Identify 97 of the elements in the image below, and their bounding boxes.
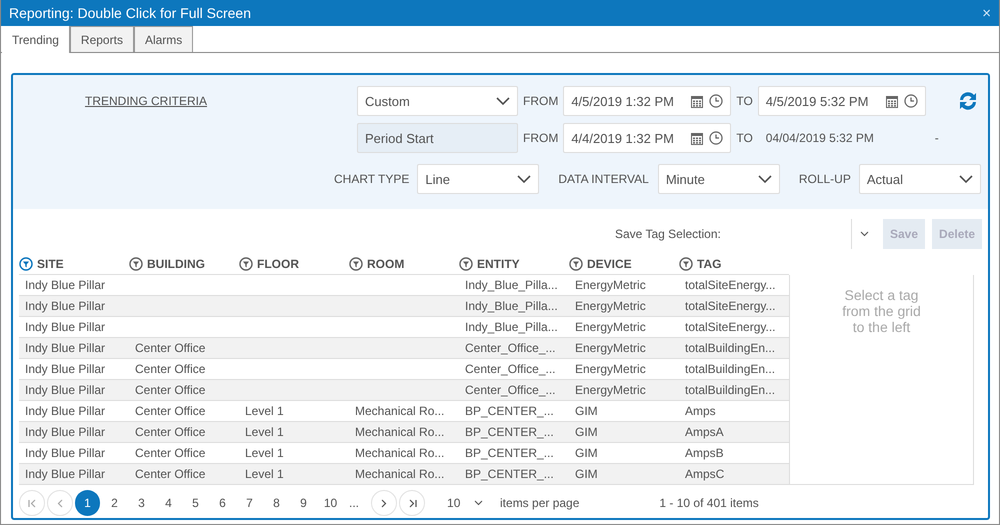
chevron-down-icon bbox=[758, 175, 772, 183]
last-page-button[interactable] bbox=[399, 490, 426, 516]
dropdown[interactable]: Actual bbox=[858, 164, 981, 194]
table-cell: BP_CENTER_... bbox=[459, 464, 569, 485]
page-button[interactable]: 7 bbox=[237, 490, 262, 516]
table-cell: Center_Office_... bbox=[459, 380, 569, 401]
last-page-icon bbox=[408, 498, 417, 508]
page-size-dropdown[interactable]: 10 bbox=[447, 496, 492, 510]
chevron-right-icon bbox=[381, 498, 388, 508]
date-field[interactable]: 4/5/2019 1:32 PM bbox=[563, 86, 732, 116]
page-size-label: items per page bbox=[500, 496, 580, 510]
table-cell: Center_Office_... bbox=[459, 338, 569, 359]
chevron-down-icon bbox=[474, 500, 484, 506]
date-field[interactable]: 4/5/2019 5:32 PM bbox=[758, 86, 926, 116]
tab[interactable]: Alarms bbox=[134, 26, 194, 52]
column-header[interactable]: SITE bbox=[37, 257, 64, 271]
calendar-icon[interactable] bbox=[691, 132, 704, 144]
table-cell: Indy_Blue_Pilla... bbox=[459, 296, 569, 317]
table-cell: EnergyMetric bbox=[569, 380, 679, 401]
filter-icon[interactable] bbox=[679, 257, 693, 271]
filter-icon[interactable] bbox=[569, 257, 583, 271]
column-header[interactable]: ENTITY bbox=[477, 257, 520, 271]
filter-icon[interactable] bbox=[129, 257, 143, 271]
items-summary: 1 - 10 of 401 items bbox=[659, 496, 759, 510]
column-header[interactable]: TAG bbox=[697, 257, 722, 271]
end-date-text: 04/04/2019 5:32 PM bbox=[764, 131, 875, 145]
clock-icon[interactable] bbox=[904, 94, 918, 108]
table-cell: Mechanical Ro... bbox=[349, 422, 459, 443]
filter-icon[interactable] bbox=[349, 257, 363, 271]
page-button[interactable]: 5 bbox=[183, 490, 208, 516]
table-cell: Center Office bbox=[129, 338, 239, 359]
page-button[interactable]: 2 bbox=[102, 490, 127, 516]
criteria-heading-link[interactable]: TRENDING CRITERIA bbox=[13, 86, 357, 108]
table-cell: totalSiteEnergy... bbox=[679, 296, 789, 317]
calendar-icon[interactable] bbox=[691, 94, 704, 108]
page-button[interactable]: 3 bbox=[129, 490, 154, 516]
table-cell: EnergyMetric bbox=[569, 338, 679, 359]
clock-icon[interactable] bbox=[709, 94, 724, 108]
table-cell: Indy Blue Pillar bbox=[19, 296, 129, 317]
table-cell: Center Office bbox=[129, 380, 239, 401]
page-button[interactable]: 6 bbox=[210, 490, 235, 516]
column-header[interactable]: ROOM bbox=[367, 257, 404, 271]
calendar-icon[interactable] bbox=[886, 94, 898, 108]
table-cell: Mechanical Ro... bbox=[349, 464, 459, 485]
filter-icon[interactable] bbox=[239, 257, 253, 271]
column-header[interactable]: BUILDING bbox=[147, 257, 205, 271]
table-cell: BP_CENTER_... bbox=[459, 422, 569, 443]
table-cell: Level 1 bbox=[239, 422, 349, 443]
dropdown[interactable]: Line bbox=[417, 164, 540, 194]
filter-icon[interactable] bbox=[19, 257, 33, 271]
filter-icon[interactable] bbox=[459, 257, 473, 271]
page-button[interactable]: 4 bbox=[156, 490, 181, 516]
field-label: CHART TYPE bbox=[334, 172, 410, 186]
close-button[interactable]: × bbox=[982, 4, 991, 22]
page-button[interactable]: 8 bbox=[264, 490, 289, 516]
dash-text: - bbox=[934, 131, 939, 145]
field-label: DATA INTERVAL bbox=[558, 172, 649, 186]
page-button[interactable]: 10 bbox=[318, 490, 343, 516]
first-page-icon bbox=[28, 498, 36, 508]
date-field[interactable]: 4/4/2019 1:32 PM bbox=[563, 123, 732, 153]
chevron-down-icon bbox=[958, 175, 973, 183]
chevron-down-icon bbox=[496, 97, 510, 105]
column-header[interactable]: FLOOR bbox=[257, 257, 299, 271]
field-label: ROLL-UP bbox=[798, 172, 851, 186]
clock-icon[interactable] bbox=[709, 131, 724, 145]
field-label: TO bbox=[736, 131, 753, 145]
field-label: FROM bbox=[523, 94, 558, 108]
tab[interactable]: Trending bbox=[2, 26, 70, 53]
table-cell: totalBuildingEn... bbox=[679, 338, 789, 359]
table-cell: AmpsA bbox=[679, 422, 789, 443]
table-cell: Indy Blue Pillar bbox=[19, 422, 129, 443]
dropdown[interactable]: Minute bbox=[658, 164, 780, 194]
column-header[interactable]: DEVICE bbox=[587, 257, 632, 271]
more-pages-text: ... bbox=[349, 496, 360, 510]
table-cell: totalBuildingEn... bbox=[679, 380, 789, 401]
chevron-left-icon bbox=[57, 498, 63, 508]
window-title: Reporting: Double Click for Full Screen bbox=[9, 5, 251, 21]
dropdown[interactable]: Custom bbox=[357, 86, 518, 116]
table-cell: AmpsC bbox=[679, 464, 789, 485]
empty-message: Select a tag from the grid to the left bbox=[842, 287, 921, 335]
table-cell: Level 1 bbox=[239, 464, 349, 485]
page-button[interactable]: 1 bbox=[75, 490, 100, 516]
table-cell: EnergyMetric bbox=[569, 296, 679, 317]
table-cell: Indy Blue Pillar bbox=[19, 380, 129, 401]
field-label: FROM bbox=[523, 131, 558, 145]
save-selection-label: Save Tag Selection: bbox=[615, 227, 722, 241]
table-cell: Indy Blue Pillar bbox=[19, 338, 129, 359]
table-cell: Center Office bbox=[129, 422, 239, 443]
tab[interactable]: Reports bbox=[70, 26, 134, 52]
field-label: TO bbox=[736, 94, 753, 108]
page-button[interactable]: 9 bbox=[291, 490, 316, 516]
table-cell: Center Office bbox=[129, 464, 239, 485]
chevron-down-icon bbox=[517, 175, 532, 183]
table-cell: GIM bbox=[569, 464, 679, 485]
table-cell: GIM bbox=[569, 422, 679, 443]
chevron-down-icon bbox=[860, 231, 868, 237]
table-cell: Indy Blue Pillar bbox=[19, 464, 129, 485]
